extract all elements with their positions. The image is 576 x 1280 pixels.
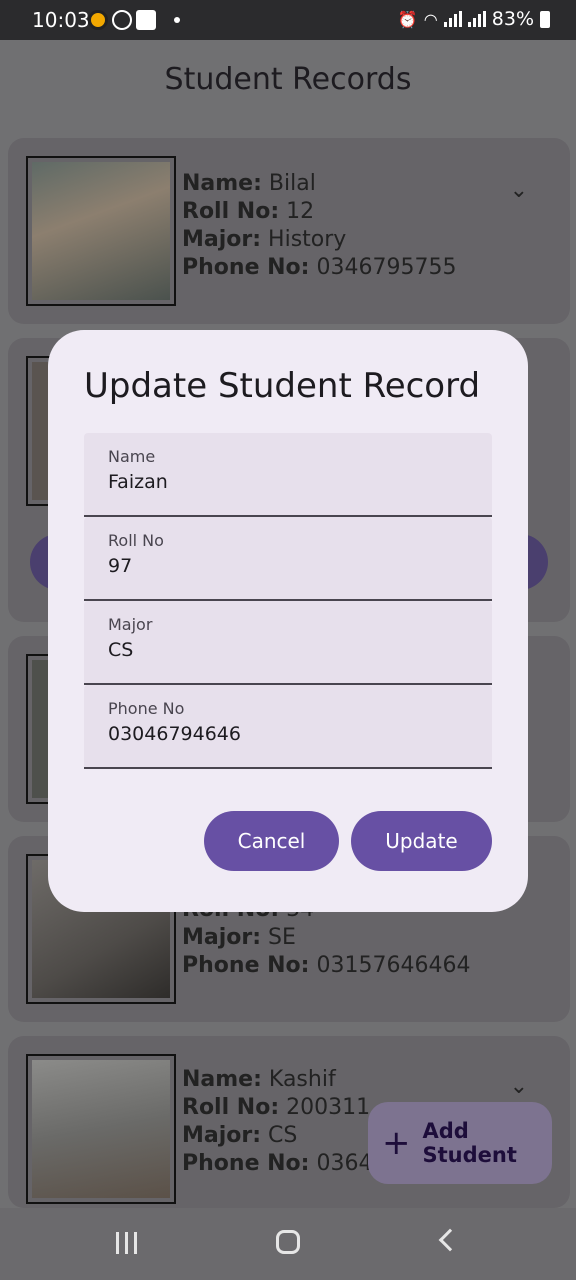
signal-icon — [443, 11, 462, 27]
add-student-button[interactable]: + Add Student — [368, 1102, 552, 1184]
more-notifications-icon — [174, 17, 180, 23]
student-photo — [26, 156, 176, 306]
field-value[interactable]: Faizan — [108, 471, 168, 493]
student-roll: 12 — [286, 199, 315, 224]
student-name: Bilal — [268, 171, 316, 196]
wifi-icon: ◠ — [423, 9, 438, 29]
system-nav-bar — [0, 1208, 576, 1280]
plus-icon: + — [382, 1123, 411, 1163]
update-button[interactable]: Update — [351, 811, 492, 871]
cancel-button[interactable]: Cancel — [204, 811, 339, 871]
student-major: CS — [268, 1123, 298, 1148]
back-icon[interactable] — [438, 1228, 462, 1252]
phone-no-field[interactable]: Phone No 03046794646 — [84, 685, 492, 769]
name-field[interactable]: Name Faizan — [84, 433, 492, 517]
field-value[interactable]: 97 — [108, 555, 132, 577]
student-photo — [26, 1054, 176, 1204]
dialog-title: Update Student Record — [84, 366, 481, 406]
student-major: History — [268, 227, 347, 252]
page-title: Student Records — [164, 62, 412, 97]
linkedin-icon — [136, 10, 156, 30]
expand-chevron-icon[interactable]: ⌄ — [510, 1074, 528, 1099]
alarm-icon: ⏰ — [397, 9, 418, 29]
field-label: Name — [108, 447, 156, 466]
battery-icon — [540, 10, 550, 28]
app-notification-icon — [88, 10, 108, 30]
whatsapp-icon — [112, 10, 132, 30]
status-bar: 10:03 ⏰ ◠ 83% — [0, 0, 576, 40]
major-field[interactable]: Major CS — [84, 601, 492, 685]
field-label: Phone No — [108, 699, 185, 718]
status-time: 10:03 — [32, 8, 90, 32]
signal-icon-2 — [467, 11, 486, 27]
student-name: Kashif — [268, 1067, 336, 1092]
student-phone: 03157646464 — [316, 953, 471, 978]
battery-percent: 83% — [491, 8, 534, 30]
student-phone: 0346795755 — [316, 255, 457, 280]
expand-chevron-icon[interactable]: ⌄ — [510, 178, 528, 203]
student-roll: 200311 — [286, 1095, 371, 1120]
student-major: SE — [268, 925, 296, 950]
roll-no-field[interactable]: Roll No 97 — [84, 517, 492, 601]
field-label: Roll No — [108, 531, 164, 550]
recents-icon[interactable] — [116, 1232, 137, 1254]
student-card[interactable]: Name: Bilal Roll No: 12 Major: History P… — [8, 138, 570, 324]
home-icon[interactable] — [276, 1230, 300, 1254]
field-value[interactable]: 03046794646 — [108, 723, 241, 745]
field-value[interactable]: CS — [108, 639, 133, 661]
update-student-dialog: Update Student Record Name Faizan Roll N… — [48, 330, 528, 912]
add-student-label: Add Student — [422, 1119, 517, 1167]
field-label: Major — [108, 615, 153, 634]
